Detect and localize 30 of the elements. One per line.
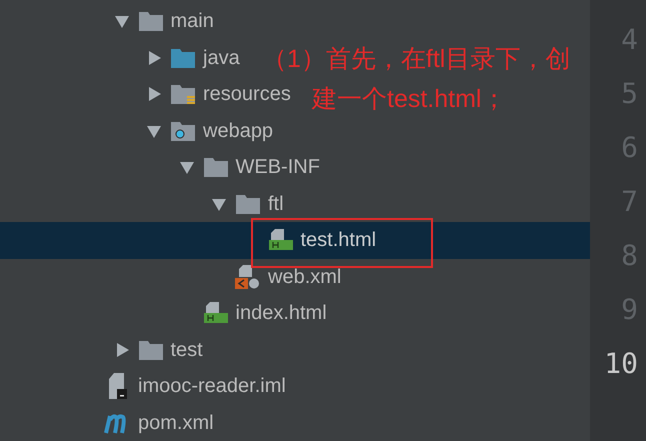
tree-item[interactable]: test.html bbox=[300, 230, 376, 250]
html-file-icon bbox=[204, 301, 228, 326]
web-folder-icon bbox=[170, 120, 196, 142]
tree-item[interactable]: main bbox=[170, 11, 214, 32]
tree-item[interactable]: WEB-INF bbox=[236, 157, 320, 178]
tree-item[interactable]: imooc-reader.iml bbox=[138, 376, 286, 396]
tree-item[interactable]: webapp bbox=[203, 120, 274, 141]
collapsed-arrow-icon[interactable] bbox=[146, 50, 162, 66]
resources-folder-icon bbox=[170, 83, 196, 106]
tree-item[interactable]: index.html bbox=[236, 303, 327, 324]
tree-item[interactable]: pom.xml bbox=[138, 412, 214, 433]
expanded-arrow-icon[interactable] bbox=[114, 13, 130, 30]
annotation-text: （1）首先，在ftl目录下，创 bbox=[262, 44, 570, 74]
folder-icon bbox=[235, 192, 261, 215]
html-file-icon bbox=[268, 228, 292, 252]
tree-item[interactable]: ftl bbox=[268, 194, 284, 214]
collapsed-arrow-icon[interactable] bbox=[146, 86, 162, 102]
xml-file-icon bbox=[235, 264, 261, 290]
expanded-arrow-icon[interactable] bbox=[178, 159, 194, 176]
folder-icon bbox=[202, 156, 228, 178]
folder-icon bbox=[138, 10, 164, 32]
module-file-icon bbox=[108, 372, 128, 400]
tree-item[interactable]: java bbox=[203, 48, 240, 68]
tree-item[interactable]: web.xml bbox=[268, 266, 342, 287]
source-folder-icon bbox=[170, 46, 196, 69]
folder-icon bbox=[138, 338, 164, 361]
annotation-text: 建一个test.html； bbox=[312, 84, 506, 114]
tree-item[interactable]: resources bbox=[203, 84, 291, 104]
line-number: 10 bbox=[604, 346, 638, 382]
tree-item[interactable]: test bbox=[170, 340, 203, 360]
